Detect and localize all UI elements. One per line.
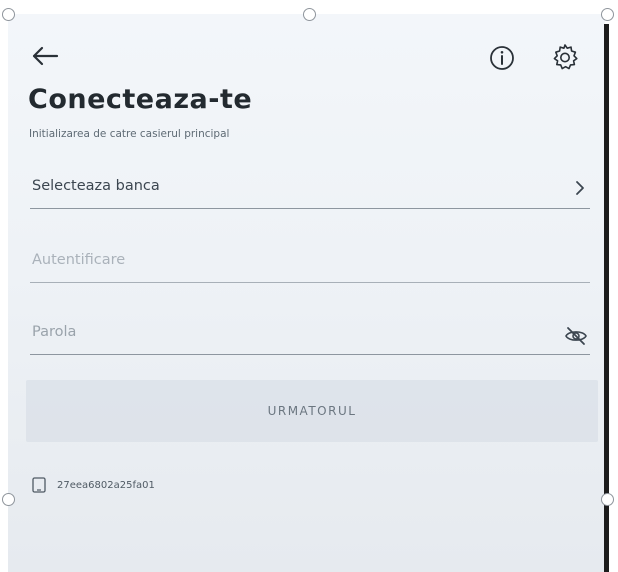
gear-icon[interactable]: [550, 42, 580, 72]
resize-handle-middle-left[interactable]: [2, 493, 15, 506]
auth-placeholder: Autentificare: [32, 252, 126, 268]
page-subtitle: Initializarea de catre casierul principa…: [29, 128, 230, 140]
resize-handle-top-left[interactable]: [2, 8, 15, 21]
resize-handle-middle-right[interactable]: [601, 493, 614, 506]
next-button[interactable]: URMATORUL: [26, 380, 598, 442]
page-title: Conecteaza-te: [28, 84, 253, 115]
device-id: 27eea6802a25fa01: [57, 479, 155, 491]
info-icon[interactable]: [488, 44, 516, 72]
next-button-label: URMATORUL: [267, 404, 357, 418]
bank-select-label: Selecteaza banca: [32, 178, 160, 194]
password-field[interactable]: Parola: [30, 320, 590, 355]
resize-handle-top-right[interactable]: [601, 8, 614, 21]
device-edge: [604, 24, 609, 572]
password-placeholder: Parola: [32, 324, 77, 340]
device-info: 27eea6802a25fa01: [32, 474, 155, 496]
resize-handle-top-center[interactable]: [303, 8, 316, 21]
chevron-right-icon: [576, 181, 584, 195]
back-arrow-icon[interactable]: [30, 44, 60, 68]
auth-field[interactable]: Autentificare: [30, 248, 590, 283]
bank-select[interactable]: Selecteaza banca: [30, 174, 590, 209]
tablet-icon: [32, 477, 46, 493]
eye-off-icon[interactable]: [564, 326, 588, 346]
app-screen: Conecteaza-te Initializarea de catre cas…: [8, 14, 605, 572]
